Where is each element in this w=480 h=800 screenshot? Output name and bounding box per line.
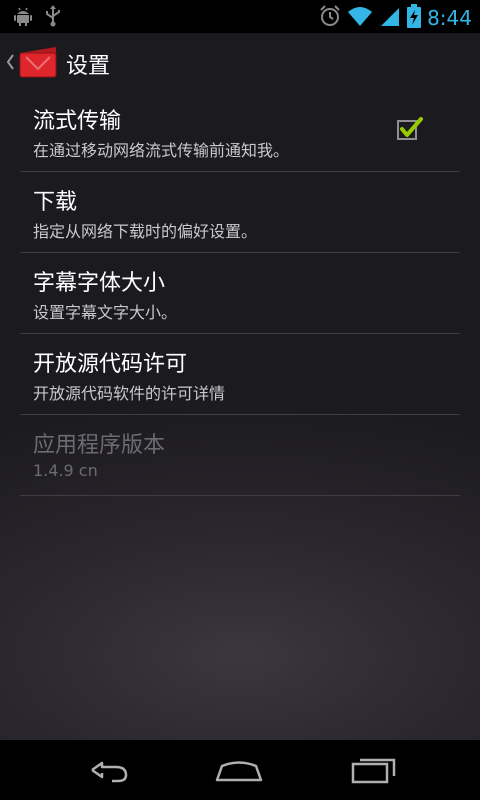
pref-app-version: 应用程序版本 1.4.9 cn — [20, 415, 460, 496]
usb-icon — [44, 5, 62, 31]
pref-title: 下载 — [33, 190, 78, 215]
pref-title: 开放源代码许可 — [33, 352, 188, 377]
action-bar: 设置 — [0, 33, 480, 91]
home-icon[interactable] — [214, 754, 264, 786]
movie-clapper-icon[interactable] — [18, 45, 58, 79]
signal-icon — [379, 5, 401, 31]
pref-summary: 1.4.9 cn — [33, 461, 98, 480]
page-title: 设置 — [66, 54, 111, 79]
preference-list: 流式传输 在通过移动网络流式传输前通知我。 下载 指定从网络下载时的偏好设置。 … — [20, 91, 460, 496]
wifi-icon — [347, 5, 373, 31]
status-bar: 8:44 — [0, 0, 480, 33]
streaming-checkbox[interactable] — [396, 115, 424, 143]
pref-summary: 设置字幕文字大小。 — [33, 303, 178, 322]
pref-streaming[interactable]: 流式传输 在通过移动网络流式传输前通知我。 — [20, 91, 460, 172]
back-icon[interactable] — [82, 754, 132, 786]
android-debug-icon — [12, 5, 34, 31]
battery-charging-icon — [407, 4, 422, 32]
recent-apps-icon[interactable] — [350, 754, 400, 786]
clock: 8:44 — [427, 6, 472, 30]
pref-summary: 指定从网络下载时的偏好设置。 — [33, 222, 258, 241]
pref-subtitle-font-size[interactable]: 字幕字体大小 设置字幕文字大小。 — [20, 253, 460, 334]
pref-download[interactable]: 下载 指定从网络下载时的偏好设置。 — [20, 172, 460, 253]
pref-open-source-licenses[interactable]: 开放源代码许可 开放源代码软件的许可详情 — [20, 334, 460, 415]
pref-summary: 开放源代码软件的许可详情 — [33, 384, 226, 403]
navigation-bar — [0, 740, 480, 800]
pref-title: 字幕字体大小 — [33, 271, 166, 296]
settings-screen: 设置 流式传输 在通过移动网络流式传输前通知我。 下载 指定从网络下载时的偏好设… — [0, 33, 480, 740]
pref-title: 流式传输 — [33, 109, 122, 134]
pref-summary: 在通过移动网络流式传输前通知我。 — [33, 141, 290, 160]
up-caret-icon[interactable] — [4, 50, 16, 74]
pref-title: 应用程序版本 — [33, 433, 166, 458]
alarm-icon — [319, 5, 341, 31]
